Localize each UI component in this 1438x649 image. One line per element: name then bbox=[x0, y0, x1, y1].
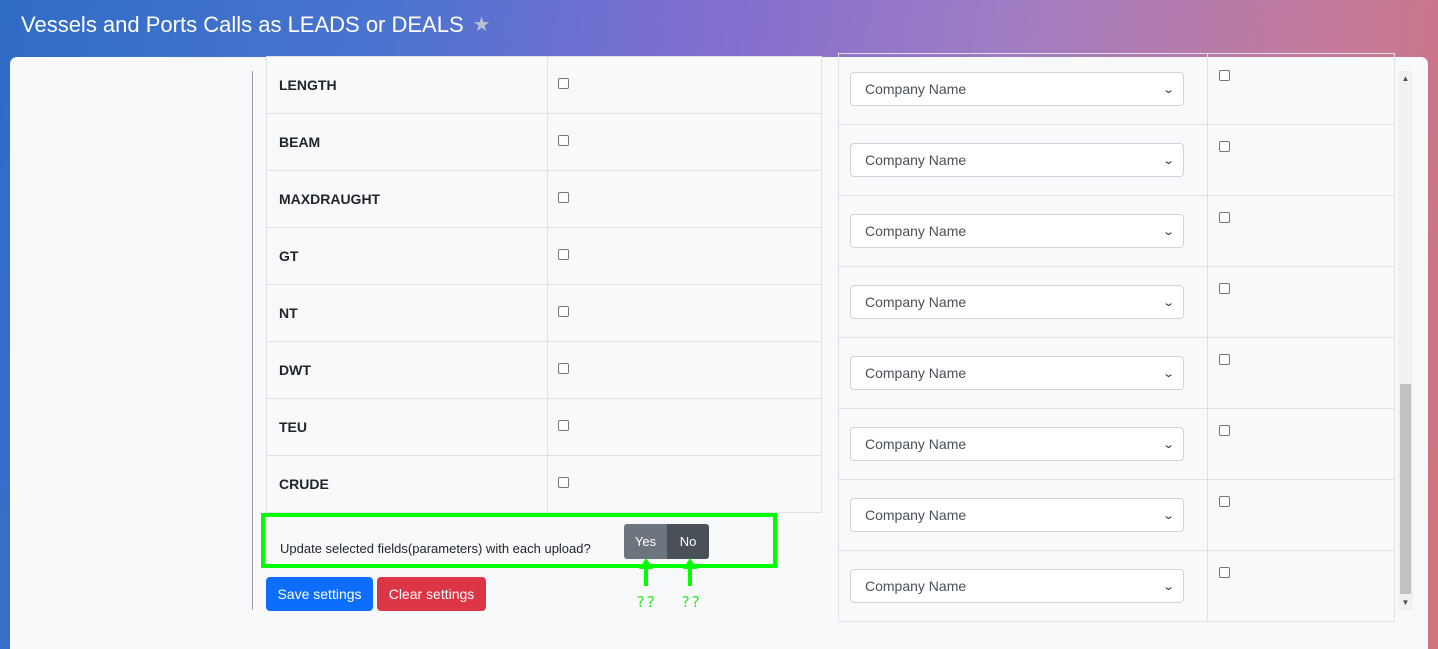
annotation-note: ?? bbox=[636, 593, 657, 611]
mapping-select[interactable]: Company Name ⌄ bbox=[850, 143, 1184, 177]
divider bbox=[252, 71, 253, 610]
mapping-select[interactable]: Company Name ⌄ bbox=[850, 356, 1184, 390]
table-row: Company Name ⌄ bbox=[838, 53, 1395, 125]
mapping-checkbox[interactable] bbox=[1219, 141, 1230, 152]
chevron-down-icon: ⌄ bbox=[1161, 296, 1175, 309]
table-row: Company Name ⌄ bbox=[838, 479, 1395, 551]
table-row: TEU bbox=[266, 398, 822, 456]
table-row: GT bbox=[266, 227, 822, 285]
field-checkbox[interactable] bbox=[558, 192, 569, 203]
update-question: Update selected fields(parameters) with … bbox=[280, 541, 591, 556]
save-settings-button[interactable]: Save settings bbox=[266, 577, 373, 611]
table-row: LENGTH bbox=[266, 56, 822, 114]
scroll-up-arrow-icon[interactable]: ▲ bbox=[1398, 71, 1413, 86]
table-row: Company Name ⌄ bbox=[838, 550, 1395, 622]
arrow-up-icon bbox=[639, 558, 653, 586]
table-row: CRUDE bbox=[266, 455, 822, 513]
table-row: Company Name ⌄ bbox=[838, 266, 1395, 338]
page-title: Vessels and Ports Calls as LEADS or DEAL… bbox=[21, 12, 464, 37]
mapping-checkbox[interactable] bbox=[1219, 567, 1230, 578]
table-row: DWT bbox=[266, 341, 822, 399]
fields-table: LENGTH BEAM MAXDRAUGHT GT NT DWT TEU CRU… bbox=[266, 56, 822, 513]
chevron-down-icon: ⌄ bbox=[1161, 580, 1175, 593]
arrow-up-icon bbox=[683, 558, 697, 586]
chevron-down-icon: ⌄ bbox=[1161, 367, 1175, 380]
scroll-down-arrow-icon[interactable]: ▼ bbox=[1398, 595, 1413, 610]
field-checkbox[interactable] bbox=[558, 477, 569, 488]
mapping-select[interactable]: Company Name ⌄ bbox=[850, 569, 1184, 603]
star-icon[interactable]: ★ bbox=[473, 15, 491, 35]
table-row: BEAM bbox=[266, 113, 822, 171]
table-row: Company Name ⌄ bbox=[838, 408, 1395, 480]
yes-button[interactable]: Yes bbox=[624, 524, 667, 559]
mapping-select[interactable]: Company Name ⌄ bbox=[850, 214, 1184, 248]
field-checkbox[interactable] bbox=[558, 249, 569, 260]
field-name: DWT bbox=[266, 341, 548, 399]
chevron-down-icon: ⌄ bbox=[1161, 154, 1175, 167]
field-name: NT bbox=[266, 284, 548, 342]
page-header: Vessels and Ports Calls as LEADS or DEAL… bbox=[21, 10, 491, 40]
field-checkbox[interactable] bbox=[558, 420, 569, 431]
field-name: CRUDE bbox=[266, 455, 548, 513]
mapping-select[interactable]: Company Name ⌄ bbox=[850, 498, 1184, 532]
mapping-table: Company Name ⌄ Company Name ⌄ Company Name… bbox=[838, 53, 1395, 622]
chevron-down-icon: ⌄ bbox=[1161, 509, 1175, 522]
field-name: BEAM bbox=[266, 113, 548, 171]
no-button[interactable]: No bbox=[667, 524, 709, 559]
field-name: TEU bbox=[266, 398, 548, 456]
annotation-note: ?? bbox=[681, 593, 702, 611]
table-row: MAXDRAUGHT bbox=[266, 170, 822, 228]
mapping-checkbox[interactable] bbox=[1219, 283, 1230, 294]
mapping-checkbox[interactable] bbox=[1219, 425, 1230, 436]
yes-no-toggle: Yes No bbox=[624, 524, 709, 559]
table-row: Company Name ⌄ bbox=[838, 195, 1395, 267]
field-checkbox[interactable] bbox=[558, 135, 569, 146]
field-name: GT bbox=[266, 227, 548, 285]
field-checkbox[interactable] bbox=[558, 306, 569, 317]
mapping-select[interactable]: Company Name ⌄ bbox=[850, 72, 1184, 106]
table-row: NT bbox=[266, 284, 822, 342]
vertical-scrollbar[interactable]: ▲ ▼ bbox=[1398, 71, 1413, 610]
mapping-checkbox[interactable] bbox=[1219, 70, 1230, 81]
field-name: MAXDRAUGHT bbox=[266, 170, 548, 228]
clear-settings-button[interactable]: Clear settings bbox=[377, 577, 486, 611]
field-name: LENGTH bbox=[266, 56, 548, 114]
mapping-select[interactable]: Company Name ⌄ bbox=[850, 427, 1184, 461]
chevron-down-icon: ⌄ bbox=[1161, 83, 1175, 96]
chevron-down-icon: ⌄ bbox=[1161, 225, 1175, 238]
mapping-checkbox[interactable] bbox=[1219, 496, 1230, 507]
table-row: Company Name ⌄ bbox=[838, 337, 1395, 409]
field-checkbox[interactable] bbox=[558, 78, 569, 89]
table-row: Company Name ⌄ bbox=[838, 124, 1395, 196]
scrollbar-thumb[interactable] bbox=[1400, 384, 1411, 594]
field-checkbox[interactable] bbox=[558, 363, 569, 374]
mapping-select[interactable]: Company Name ⌄ bbox=[850, 285, 1184, 319]
chevron-down-icon: ⌄ bbox=[1161, 438, 1175, 451]
mapping-checkbox[interactable] bbox=[1219, 212, 1230, 223]
mapping-checkbox[interactable] bbox=[1219, 354, 1230, 365]
